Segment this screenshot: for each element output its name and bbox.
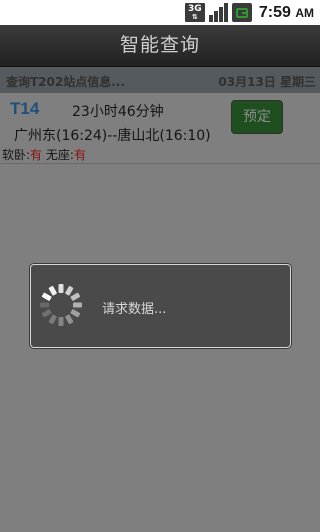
train-duration: 23小时46分钟: [72, 104, 164, 120]
soft-sleeper-label: 软卧:: [2, 148, 31, 162]
battery-icon: [231, 3, 252, 22]
loading-spinner-icon: [40, 284, 82, 326]
no-seat-value: 有: [73, 148, 86, 162]
loading-dialog: 请求数据...: [30, 264, 291, 348]
status-icons: 3G ⇅ 7:59 AM: [184, 0, 320, 25]
soft-sleeper-value: 有: [30, 148, 43, 162]
train-number: T14: [10, 99, 40, 118]
info-bar: 查询T202站点信息... 03月13日 星期三: [0, 67, 320, 93]
3g-signal-icon: 3G ⇅: [184, 3, 205, 22]
clock: 7:59 AM: [259, 4, 314, 22]
divider: [0, 163, 320, 164]
train-route: 广州东(16:24)--唐山北(16:10): [14, 128, 211, 144]
signal-bars-icon: [208, 3, 228, 22]
date-text: 03月13日 星期三: [218, 75, 316, 89]
clock-ampm: AM: [295, 5, 314, 20]
seat-availability: 软卧:有 无座:有: [2, 146, 86, 163]
train-list-item[interactable]: T14 23小时46分钟 广州东(16:24)--唐山北(16:10) 软卧:有…: [0, 93, 320, 163]
loading-message: 请求数据...: [102, 302, 167, 317]
status-bar: 3G ⇅ 7:59 AM: [0, 0, 320, 25]
no-seat-label: 无座:: [45, 148, 74, 162]
title-bar: 智能查询: [0, 25, 320, 67]
clock-time: 7:59: [258, 3, 291, 21]
book-button[interactable]: 预定: [231, 100, 283, 134]
data-arrows-icon: ⇅: [191, 12, 198, 21]
query-status-text: 查询T202站点信息...: [6, 75, 125, 89]
page-title: 智能查询: [119, 34, 200, 56]
